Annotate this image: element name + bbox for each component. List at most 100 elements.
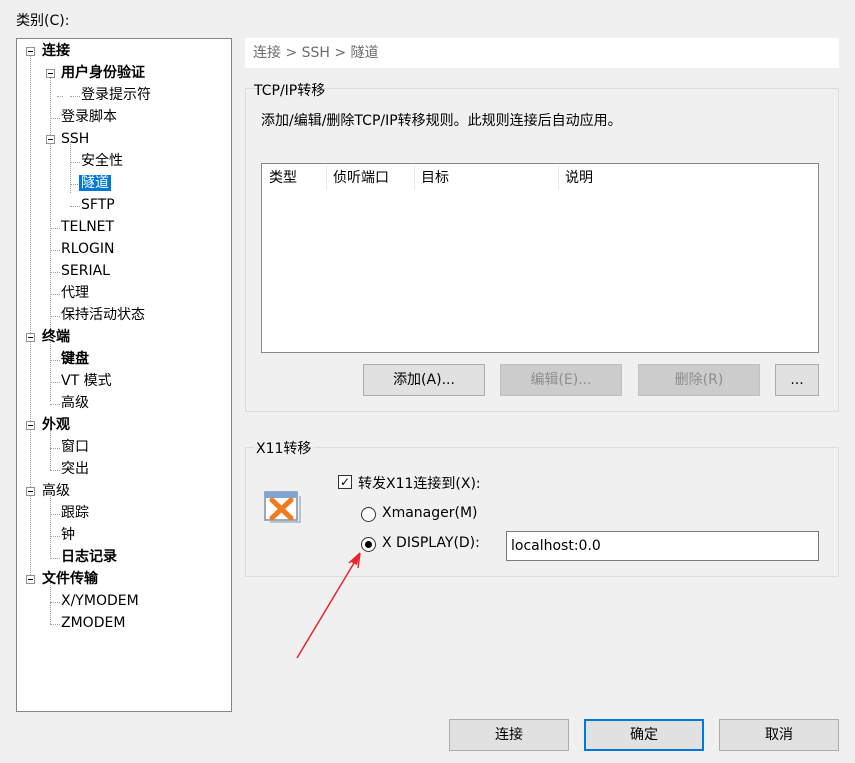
tree-item-connection[interactable]: 连接 [42,40,70,62]
tree-item-login-prompts[interactable]: 登录提示符 [81,84,151,106]
tree-item-login-scripts[interactable]: 登录脚本 [61,106,117,128]
tree-item-label: 突出 [61,461,89,477]
tree-item-label: SERIAL [61,263,110,279]
tree-line [50,470,60,471]
tree-line [50,494,51,559]
tree-line [70,162,80,163]
tree-item-label: 登录提示符 [81,87,151,103]
tree-line [50,536,60,537]
x11-group-title: X11转移 [254,438,314,458]
add-button[interactable]: 添加(A)... [363,364,485,396]
xmanager-icon [264,491,301,523]
tree-item-xymodem[interactable]: X/YMODEM [61,590,139,612]
tree-item-authentication[interactable]: 用户身份验证 [61,62,145,84]
xmanager-radio[interactable] [361,507,376,522]
tree-item-file-transfer[interactable]: 文件传输 [42,568,98,590]
tree-item-label: 钟 [61,527,75,543]
tree-item-label: X/YMODEM [61,593,139,609]
tree-item-ssh[interactable]: SSH [61,128,89,150]
tree-item-label: 用户身份验证 [61,65,145,81]
tree-item-label: SFTP [81,197,115,213]
tree-item-advanced[interactable]: 高级 [42,480,70,502]
xdisplay-radio-label[interactable]: X DISPLAY(D): [382,535,480,551]
tree-line [50,382,60,383]
collapse-icon[interactable] [46,69,55,78]
column-header-description[interactable]: 说明 [558,164,798,192]
tree-item-security[interactable]: 安全性 [81,150,123,172]
xdisplay-input[interactable]: localhost:0.0 [506,531,819,561]
tree-line [50,624,60,625]
category-label: 类别(C): [16,13,70,29]
forward-x11-checkbox[interactable]: ✓ [338,475,352,489]
tree-item-window[interactable]: 窗口 [61,436,89,458]
tree-item-bell[interactable]: 钟 [61,524,75,546]
tree-line [50,316,60,317]
tree-line [50,118,60,119]
tree-item-keyboard[interactable]: 键盘 [61,348,89,370]
tree-item-rlogin[interactable]: RLOGIN [61,238,115,260]
tree-item-proxy[interactable]: 代理 [61,282,89,304]
tree-item-label: ZMODEM [61,615,126,631]
collapse-icon[interactable] [26,575,35,584]
tree-item-terminal[interactable]: 终端 [42,326,70,348]
collapse-icon[interactable] [26,47,35,56]
tree-line [50,228,60,229]
annotation-arrow [296,552,361,659]
tree-item-label: 安全性 [81,153,123,169]
cancel-button[interactable]: 取消 [719,719,839,751]
tree-item-appearance[interactable]: 外观 [42,414,70,436]
tree-item-label: 高级 [42,483,70,499]
tree-item-telnet[interactable]: TELNET [61,216,114,238]
tcpip-group-title: TCP/IP转移 [254,83,326,99]
tree-item-tunneling[interactable]: 隧道 [79,172,111,194]
tree-line [57,96,63,97]
tree-line [50,360,60,361]
tree-item-label: 高级 [61,395,89,411]
collapse-icon[interactable] [26,487,35,496]
tree-item-label: SSH [61,131,90,147]
category-tree[interactable]: 连接 用户身份验证 登录提示符 登录脚本 SSH 安全性 隧道 SFTP TEL… [16,38,232,712]
tree-item-zmodem[interactable]: ZMODEM [61,612,125,634]
tree-item-label: 登录脚本 [61,109,117,125]
tcpip-description: 添加/编辑/删除TCP/IP转移规则。此规则连接后自动应用。 [261,113,622,129]
tree-item-label: 键盘 [61,351,89,367]
tree-item-terminal-advanced[interactable]: 高级 [61,392,89,414]
tree-line [50,76,51,335]
collapse-icon[interactable] [26,421,35,430]
column-header-destination[interactable]: 目标 [414,164,558,192]
tree-item-label: 日志记录 [61,549,117,565]
tree-item-vt-modes[interactable]: VT 模式 [61,370,112,392]
delete-button[interactable]: 删除(R) [638,364,760,396]
tree-item-label: 终端 [42,329,70,345]
tree-item-label: RLOGIN [61,241,115,257]
xmanager-radio-label[interactable]: Xmanager(M) [382,505,478,521]
tree-item-keep-alive[interactable]: 保持活动状态 [61,304,145,326]
tree-item-label: 代理 [61,285,89,301]
tree-line [70,206,80,207]
forwarding-rules-list[interactable]: 类型 侦听端口 目标 说明 [261,163,819,353]
tree-item-serial[interactable]: SERIAL [61,260,110,282]
edit-button[interactable]: 编辑(E)... [500,364,622,396]
column-header-listen-port[interactable]: 侦听端口 [326,164,414,192]
breadcrumb: 连接 > SSH > 隧道 [245,38,839,68]
tree-line [50,602,60,603]
collapse-icon[interactable] [26,333,35,342]
ok-button[interactable]: 确定 [584,719,704,751]
tree-item-highlight[interactable]: 突出 [61,458,89,480]
tree-line [50,514,60,515]
tree-item-label: VT 模式 [61,373,112,389]
column-header-type[interactable]: 类型 [262,164,326,192]
tree-item-label: TELNET [61,219,115,235]
tree-item-label: 连接 [42,43,70,59]
connect-button[interactable]: 连接 [449,719,569,751]
collapse-icon[interactable] [46,135,55,144]
more-button[interactable]: ... [775,364,819,396]
forward-x11-label[interactable]: 转发X11连接到(X): [358,473,481,493]
tree-item-logging[interactable]: 日志记录 [61,546,117,568]
tree-line [70,96,80,97]
tree-item-sftp[interactable]: SFTP [81,194,115,216]
tree-item-label: 隧道 [79,175,111,191]
tree-item-label: 外观 [42,417,70,433]
tree-line [50,250,60,251]
tree-item-trace[interactable]: 跟踪 [61,502,89,524]
